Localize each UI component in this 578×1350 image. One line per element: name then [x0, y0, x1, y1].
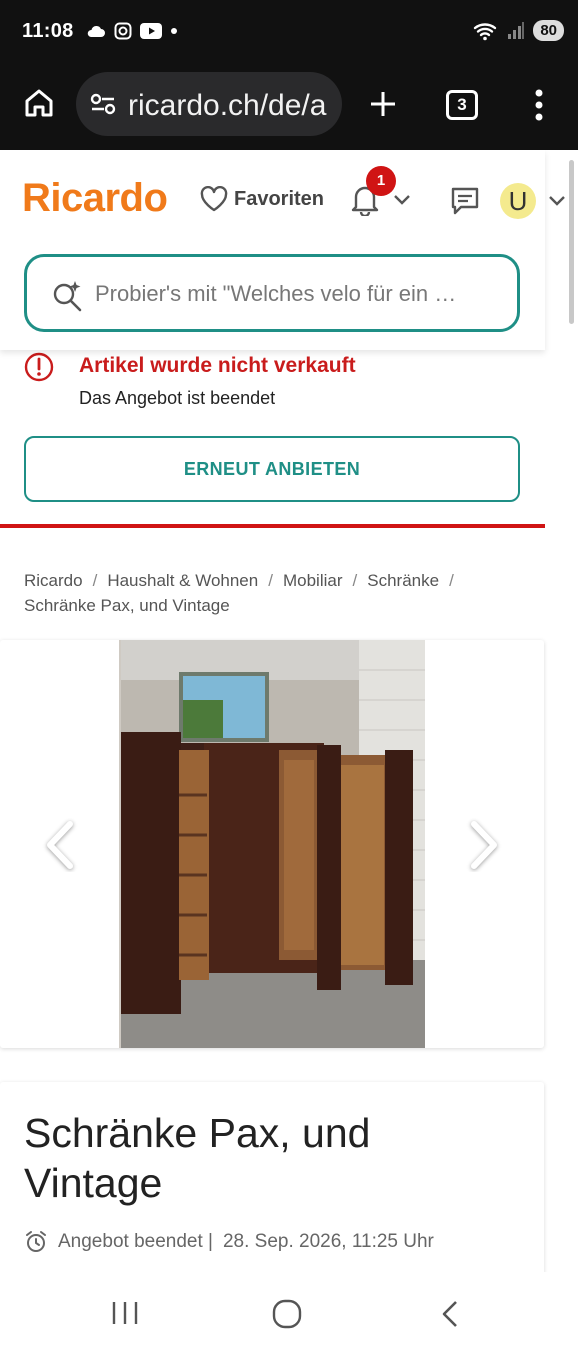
reoffer-button[interactable]: ERNEUT ANBIETEN: [24, 436, 520, 502]
auction-status: Angebot beendet | 28. Sep. 2026, 11:25 U…: [24, 1230, 434, 1254]
user-avatar[interactable]: U: [500, 183, 536, 219]
dot-icon: [171, 28, 177, 34]
battery-indicator: 80: [533, 20, 564, 41]
product-info-card: Schränke Pax, und Vintage Angebot beende…: [0, 1082, 544, 1272]
product-title: Schränke Pax, und Vintage: [24, 1110, 371, 1206]
breadcrumb-link[interactable]: Schränke: [367, 571, 439, 590]
favorites-label: Favoriten: [234, 187, 325, 210]
status-bar: 11:08 80: [0, 0, 578, 62]
chevron-down-icon[interactable]: [393, 194, 411, 206]
arrow-left-icon[interactable]: [40, 818, 80, 872]
alarm-icon: [26, 1231, 46, 1252]
plus-icon[interactable]: [368, 89, 398, 119]
end-date: 28. Sep. 2026, 11:25 Uhr: [222, 1231, 434, 1252]
url-text: ricardo.ch/de/a: [128, 89, 327, 122]
page-scrollbar[interactable]: [569, 160, 574, 324]
recent-apps-icon[interactable]: [110, 1300, 140, 1326]
clock: 11:08: [22, 20, 74, 42]
alert-subtitle: Das Angebot ist beendet: [79, 388, 276, 408]
system-nav-bar: [0, 1272, 578, 1350]
site-settings-icon[interactable]: [90, 92, 116, 116]
error-icon: [24, 352, 54, 382]
ai-search-icon: [53, 281, 82, 312]
ricardo-logo[interactable]: Ricardo: [22, 176, 168, 221]
breadcrumb-link[interactable]: Haushalt & Wohnen: [107, 571, 258, 590]
wifi-icon: [474, 22, 497, 40]
home-button-icon[interactable]: [272, 1299, 302, 1329]
favorites-link[interactable]: Favoriten: [200, 186, 324, 212]
url-bar[interactable]: ricardo.ch/de/a: [76, 72, 342, 136]
chevron-down-icon[interactable]: [548, 195, 566, 207]
youtube-icon: [140, 23, 162, 39]
breadcrumb-link[interactable]: Ricardo: [24, 571, 83, 590]
product-photo[interactable]: [119, 640, 425, 1048]
site-header: Ricardo Favoriten 1 U Probier's mit "Wel…: [0, 150, 565, 350]
alert-title: Artikel wurde nicht verkauft: [79, 354, 356, 377]
back-icon[interactable]: [440, 1299, 460, 1329]
notification-icons: [86, 22, 178, 40]
arrow-right-icon[interactable]: [464, 818, 504, 872]
status-text: Angebot beendet |: [58, 1231, 213, 1252]
breadcrumb: Ricardo / Haushalt & Wohnen / Mobiliar / Schrä…: [24, 571, 454, 615]
divider: [0, 524, 545, 528]
breadcrumb-current[interactable]: Schränke Pax, und Vintage: [24, 596, 230, 615]
signal-icon: [508, 21, 525, 39]
web-page: Ricardo Favoriten 1 U Probier's mit "Wel…: [0, 150, 578, 1272]
home-icon[interactable]: [22, 86, 56, 120]
browser-toolbar: ricardo.ch/de/a 3: [0, 62, 578, 150]
search-placeholder: Probier's mit "Welches velo für ein …: [95, 281, 457, 306]
search-input[interactable]: Probier's mit "Welches velo für ein …: [24, 254, 520, 332]
image-gallery: [0, 640, 544, 1048]
cloud-icon: [87, 25, 105, 37]
heart-icon: [200, 186, 228, 212]
instagram-icon: [114, 22, 132, 40]
notification-badge: 1: [366, 166, 396, 196]
tab-switcher-button[interactable]: 3: [446, 90, 478, 120]
chat-icon[interactable]: [450, 186, 480, 216]
more-vert-icon[interactable]: [530, 88, 548, 122]
breadcrumb-link[interactable]: Mobiliar: [283, 571, 343, 590]
